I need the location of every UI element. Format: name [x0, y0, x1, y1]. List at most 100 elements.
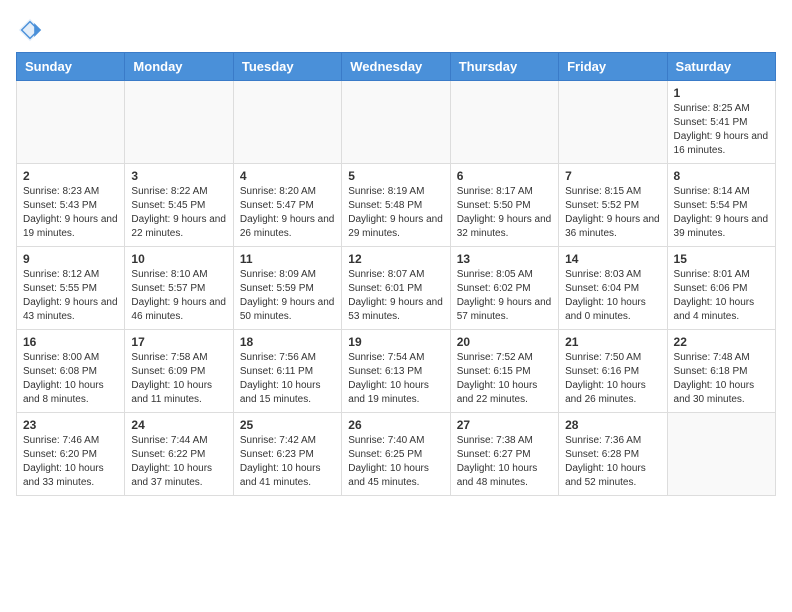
day-cell: 6 Sunrise: 8:17 AM Sunset: 5:50 PM Daylig… — [450, 164, 558, 247]
day-number: 10 — [131, 252, 226, 266]
day-cell: 20 Sunrise: 7:52 AM Sunset: 6:15 PM Dayli… — [450, 330, 558, 413]
day-info: Sunrise: 7:42 AM Sunset: 6:23 PM Dayligh… — [240, 434, 335, 490]
week-row-3: 9 Sunrise: 8:12 AM Sunset: 5:55 PM Daylig… — [17, 247, 776, 330]
day-cell: 27Sunrise: 7:38 AM Sunset: 6:27 PM Dayli… — [450, 413, 558, 496]
day-info: Sunrise: 8:12 AM Sunset: 5:55 PM Dayligh… — [23, 268, 118, 324]
day-info: Sunrise: 7:50 AM Sunset: 6:16 PM Dayligh… — [565, 351, 660, 407]
day-cell: 28 Sunrise: 7:36 AM Sunset: 6:28 PM Dayli… — [559, 413, 667, 496]
day-cell: 2 Sunrise: 8:23 AM Sunset: 5:43 PM Daylig… — [17, 164, 125, 247]
day-cell: 22 Sunrise: 7:48 AM Sunset: 6:18 PM Dayli… — [667, 330, 775, 413]
day-number: 19 — [348, 335, 443, 349]
day-info: Sunrise: 7:52 AM Sunset: 6:15 PM Dayligh… — [457, 351, 552, 407]
day-cell: 12 Sunrise: 8:07 AM Sunset: 6:01 PM Dayli… — [342, 247, 450, 330]
day-info: Sunrise: 8:20 AM Sunset: 5:47 PM Dayligh… — [240, 185, 335, 241]
day-cell: 10 Sunrise: 8:10 AM Sunset: 5:57 PM Dayli… — [125, 247, 233, 330]
week-row-5: 23 Sunrise: 7:46 AM Sunset: 6:20 PM Dayli… — [17, 413, 776, 496]
weekday-header-tuesday: Tuesday — [233, 53, 341, 81]
weekday-header-thursday: Thursday — [450, 53, 558, 81]
day-cell: 16 Sunrise: 8:00 AM Sunset: 6:08 PM Dayli… — [17, 330, 125, 413]
logo — [16, 16, 48, 44]
day-number: 6 — [457, 169, 552, 183]
day-number: 18 — [240, 335, 335, 349]
day-cell: 19 Sunrise: 7:54 AM Sunset: 6:13 PM Dayli… — [342, 330, 450, 413]
day-info: Sunrise: 8:23 AM Sunset: 5:43 PM Dayligh… — [23, 185, 118, 241]
day-cell: 25 Sunrise: 7:42 AM Sunset: 6:23 PM Dayli… — [233, 413, 341, 496]
day-number: 26 — [348, 418, 443, 432]
day-cell — [450, 81, 558, 164]
day-number: 13 — [457, 252, 552, 266]
page-header — [16, 16, 776, 44]
day-cell: 3 Sunrise: 8:22 AM Sunset: 5:45 PM Daylig… — [125, 164, 233, 247]
day-info: Sunrise: 7:36 AM Sunset: 6:28 PM Dayligh… — [565, 434, 660, 490]
day-number: 28 — [565, 418, 660, 432]
day-cell — [667, 413, 775, 496]
day-info: Sunrise: 7:46 AM Sunset: 6:20 PM Dayligh… — [23, 434, 118, 490]
day-number: 17 — [131, 335, 226, 349]
day-cell: 15Sunrise: 8:01 AM Sunset: 6:06 PM Dayli… — [667, 247, 775, 330]
day-number: 22 — [674, 335, 769, 349]
day-cell: 4 Sunrise: 8:20 AM Sunset: 5:47 PM Daylig… — [233, 164, 341, 247]
day-info: Sunrise: 7:44 AM Sunset: 6:22 PM Dayligh… — [131, 434, 226, 490]
day-number: 4 — [240, 169, 335, 183]
day-number: 2 — [23, 169, 118, 183]
day-number: 15 — [674, 252, 769, 266]
day-cell: 7 Sunrise: 8:15 AM Sunset: 5:52 PM Daylig… — [559, 164, 667, 247]
day-cell: 26Sunrise: 7:40 AM Sunset: 6:25 PM Dayli… — [342, 413, 450, 496]
day-cell: 11 Sunrise: 8:09 AM Sunset: 5:59 PM Dayli… — [233, 247, 341, 330]
calendar-table: SundayMondayTuesdayWednesdayThursdayFrid… — [16, 52, 776, 496]
day-cell: 8Sunrise: 8:14 AM Sunset: 5:54 PM Daylig… — [667, 164, 775, 247]
day-info: Sunrise: 8:03 AM Sunset: 6:04 PM Dayligh… — [565, 268, 660, 324]
day-cell: 23 Sunrise: 7:46 AM Sunset: 6:20 PM Dayli… — [17, 413, 125, 496]
day-info: Sunrise: 8:15 AM Sunset: 5:52 PM Dayligh… — [565, 185, 660, 241]
day-number: 5 — [348, 169, 443, 183]
day-info: Sunrise: 8:05 AM Sunset: 6:02 PM Dayligh… — [457, 268, 552, 324]
week-row-4: 16 Sunrise: 8:00 AM Sunset: 6:08 PM Dayli… — [17, 330, 776, 413]
day-number: 8 — [674, 169, 769, 183]
day-number: 9 — [23, 252, 118, 266]
week-row-1: 1Sunrise: 8:25 AM Sunset: 5:41 PM Daylig… — [17, 81, 776, 164]
day-number: 21 — [565, 335, 660, 349]
day-cell — [233, 81, 341, 164]
day-cell — [125, 81, 233, 164]
day-cell: 21 Sunrise: 7:50 AM Sunset: 6:16 PM Dayli… — [559, 330, 667, 413]
weekday-header-friday: Friday — [559, 53, 667, 81]
calendar-body: 1Sunrise: 8:25 AM Sunset: 5:41 PM Daylig… — [17, 81, 776, 496]
day-cell: 24 Sunrise: 7:44 AM Sunset: 6:22 PM Dayli… — [125, 413, 233, 496]
day-cell — [342, 81, 450, 164]
day-info: Sunrise: 8:10 AM Sunset: 5:57 PM Dayligh… — [131, 268, 226, 324]
day-number: 11 — [240, 252, 335, 266]
weekday-header-monday: Monday — [125, 53, 233, 81]
day-number: 3 — [131, 169, 226, 183]
weekday-header-sunday: Sunday — [17, 53, 125, 81]
day-cell: 18Sunrise: 7:56 AM Sunset: 6:11 PM Dayli… — [233, 330, 341, 413]
day-info: Sunrise: 8:00 AM Sunset: 6:08 PM Dayligh… — [23, 351, 118, 407]
day-info: Sunrise: 7:54 AM Sunset: 6:13 PM Dayligh… — [348, 351, 443, 407]
day-info: Sunrise: 8:22 AM Sunset: 5:45 PM Dayligh… — [131, 185, 226, 241]
day-cell: 9 Sunrise: 8:12 AM Sunset: 5:55 PM Daylig… — [17, 247, 125, 330]
day-number: 24 — [131, 418, 226, 432]
day-info: Sunrise: 8:09 AM Sunset: 5:59 PM Dayligh… — [240, 268, 335, 324]
day-info: Sunrise: 8:07 AM Sunset: 6:01 PM Dayligh… — [348, 268, 443, 324]
day-number: 14 — [565, 252, 660, 266]
weekday-header-saturday: Saturday — [667, 53, 775, 81]
day-cell: 17 Sunrise: 7:58 AM Sunset: 6:09 PM Dayli… — [125, 330, 233, 413]
day-number: 12 — [348, 252, 443, 266]
weekday-header-wednesday: Wednesday — [342, 53, 450, 81]
day-cell: 14 Sunrise: 8:03 AM Sunset: 6:04 PM Dayli… — [559, 247, 667, 330]
weekday-header-row: SundayMondayTuesdayWednesdayThursdayFrid… — [17, 53, 776, 81]
week-row-2: 2 Sunrise: 8:23 AM Sunset: 5:43 PM Daylig… — [17, 164, 776, 247]
day-number: 7 — [565, 169, 660, 183]
day-cell: 5 Sunrise: 8:19 AM Sunset: 5:48 PM Daylig… — [342, 164, 450, 247]
day-cell: 1Sunrise: 8:25 AM Sunset: 5:41 PM Daylig… — [667, 81, 775, 164]
day-number: 25 — [240, 418, 335, 432]
day-info: Sunrise: 7:58 AM Sunset: 6:09 PM Dayligh… — [131, 351, 226, 407]
day-info: Sunrise: 8:19 AM Sunset: 5:48 PM Dayligh… — [348, 185, 443, 241]
day-info: Sunrise: 7:48 AM Sunset: 6:18 PM Dayligh… — [674, 351, 769, 407]
day-info: Sunrise: 8:25 AM Sunset: 5:41 PM Dayligh… — [674, 102, 769, 158]
day-number: 23 — [23, 418, 118, 432]
day-number: 20 — [457, 335, 552, 349]
day-info: Sunrise: 7:38 AM Sunset: 6:27 PM Dayligh… — [457, 434, 552, 490]
day-info: Sunrise: 8:17 AM Sunset: 5:50 PM Dayligh… — [457, 185, 552, 241]
day-cell: 13 Sunrise: 8:05 AM Sunset: 6:02 PM Dayli… — [450, 247, 558, 330]
day-number: 16 — [23, 335, 118, 349]
